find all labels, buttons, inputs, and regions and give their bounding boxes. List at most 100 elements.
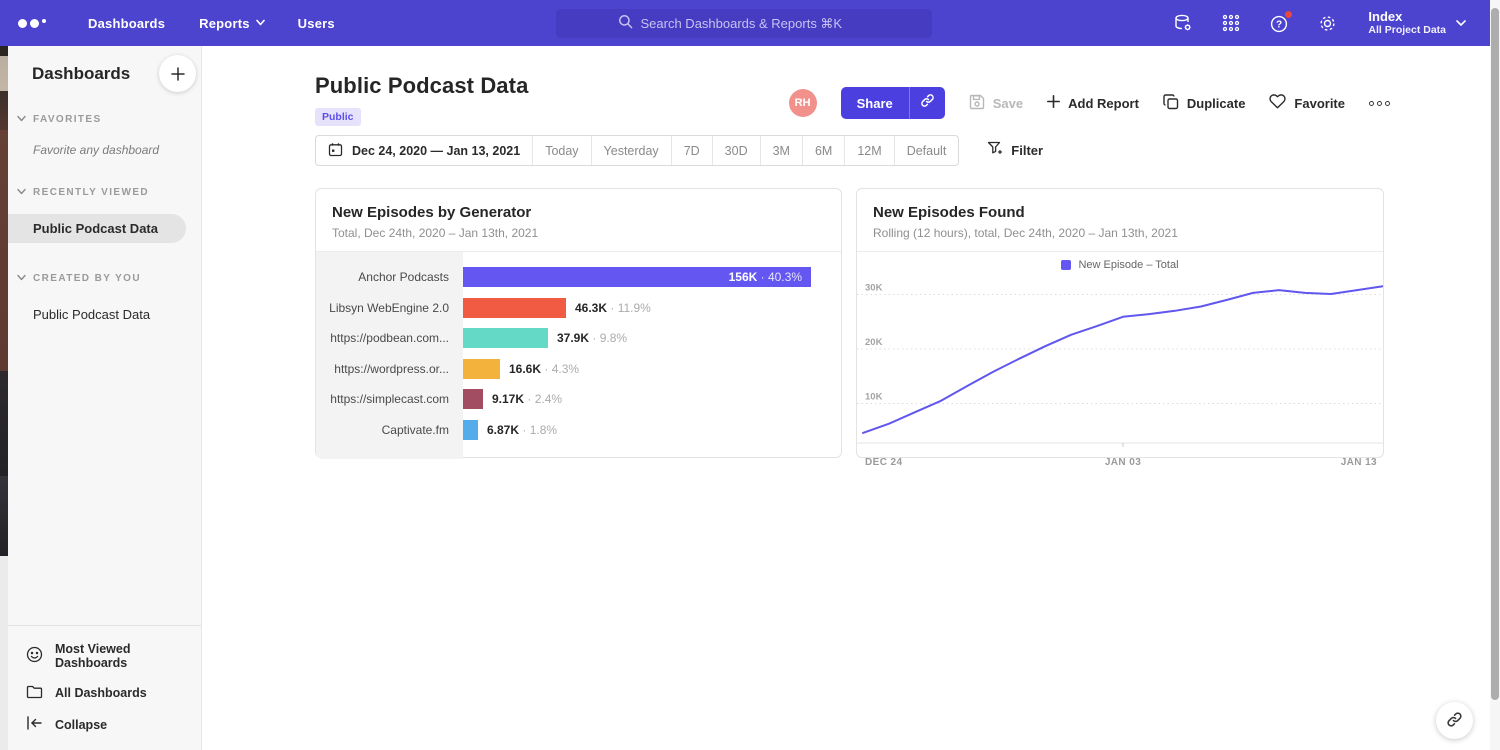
sidebar-item-public-podcast-data-created[interactable]: Public Podcast Data — [8, 300, 201, 329]
nav-dashboards[interactable]: Dashboards — [88, 16, 165, 31]
bar-chart-body: Anchor Podcasts156K · 40.3% Libsyn WebEng… — [316, 252, 841, 459]
duplicate-icon — [1163, 94, 1179, 113]
avatar[interactable]: RH — [789, 89, 817, 117]
bar-value-label: 156K · 40.3% — [729, 270, 811, 284]
line-chart-title: New Episodes Found — [873, 204, 1367, 221]
y-tick-label: 10K — [865, 392, 883, 403]
preset-12m[interactable]: 12M — [844, 136, 893, 165]
bar-chart-card: New Episodes by Generator Total, Dec 24t… — [315, 188, 842, 458]
bar[interactable] — [463, 359, 500, 379]
bar-value-label: 46.3K · 11.9% — [575, 301, 651, 315]
date-range-control: Dec 24, 2020 — Jan 13, 2021 Today Yester… — [315, 135, 959, 166]
x-tick-label: DEC 24 — [865, 457, 902, 468]
chevron-down-icon — [17, 187, 26, 198]
page-scrollbar-track[interactable] — [1490, 0, 1500, 750]
bar-row: Anchor Podcasts156K · 40.3% — [316, 262, 841, 293]
share-split-button: Share — [841, 87, 945, 119]
share-link-button[interactable] — [909, 87, 945, 119]
left-edge-artifact — [0, 46, 8, 750]
floating-link-button[interactable] — [1436, 702, 1473, 739]
line-series[interactable] — [863, 286, 1383, 433]
bar-value-label: 16.6K · 4.3% — [509, 362, 579, 376]
line-chart-subtitle: Rolling (12 hours), total, Dec 24th, 202… — [873, 226, 1367, 240]
collapse-icon — [26, 716, 43, 733]
preset-default[interactable]: Default — [894, 136, 959, 165]
project-subtitle: All Project Data — [1368, 24, 1446, 37]
sidebar-section-favorites[interactable]: FAVORITES — [8, 114, 201, 125]
add-report-button[interactable]: Add Report — [1047, 95, 1139, 111]
link-icon — [920, 93, 935, 113]
bar-track: 16.6K · 4.3% — [463, 354, 841, 385]
bar-category-label: https://simplecast.com — [316, 392, 463, 406]
data-sources-icon[interactable] — [1172, 12, 1194, 34]
chevron-down-icon — [17, 114, 26, 125]
nav-reports[interactable]: Reports — [199, 16, 264, 31]
project-switcher[interactable]: Index All Project Data — [1368, 9, 1464, 37]
folder-icon — [26, 684, 43, 702]
page-title: Public Podcast Data — [315, 73, 528, 99]
plus-icon — [1047, 95, 1060, 111]
date-toolbar: Dec 24, 2020 — Jan 13, 2021 Today Yester… — [315, 135, 1043, 166]
bar-track: 6.87K · 1.8% — [463, 415, 841, 446]
filter-funnel-icon — [987, 141, 1003, 160]
header-actions: RH Share Save Add Report Duplicate Favor… — [789, 87, 1390, 119]
bar-track: 37.9K · 9.8% — [463, 323, 841, 354]
line-chart-plot: 10K20K30K — [857, 278, 1383, 453]
preset-6m[interactable]: 6M — [802, 136, 844, 165]
link-icon — [1446, 711, 1463, 731]
sidebar-item-public-podcast-data[interactable]: Public Podcast Data — [8, 214, 186, 243]
settings-gear-icon[interactable] — [1316, 12, 1338, 34]
add-dashboard-button[interactable] — [159, 55, 196, 92]
smiley-icon — [26, 646, 43, 666]
main-content: Public Podcast Data Public RH Share Save… — [202, 46, 1490, 750]
favorite-button[interactable]: Favorite — [1269, 94, 1345, 112]
bar-track: 9.17K · 2.4% — [463, 384, 841, 415]
top-navbar: Dashboards Reports Users ? — [0, 0, 1490, 46]
bar-value-label: 6.87K · 1.8% — [487, 423, 557, 437]
preset-yesterday[interactable]: Yesterday — [591, 136, 671, 165]
global-search[interactable] — [556, 9, 932, 38]
notification-badge — [1284, 10, 1293, 19]
preset-3m[interactable]: 3M — [760, 136, 802, 165]
y-tick-label: 30K — [865, 283, 883, 294]
duplicate-button[interactable]: Duplicate — [1163, 94, 1246, 113]
chevron-down-icon — [256, 19, 264, 27]
filter-button[interactable]: Filter — [987, 141, 1043, 160]
save-button[interactable]: Save — [969, 94, 1023, 113]
bar[interactable] — [463, 298, 566, 318]
preset-30d[interactable]: 30D — [712, 136, 760, 165]
calendar-icon — [328, 142, 343, 160]
apps-grid-icon[interactable] — [1220, 12, 1242, 34]
sidebar-section-created-by-you[interactable]: CREATED BY YOU — [8, 273, 201, 284]
more-options-button[interactable] — [1369, 97, 1390, 110]
bar[interactable] — [463, 328, 548, 348]
bar[interactable] — [463, 420, 478, 440]
search-input[interactable] — [641, 16, 871, 31]
bar[interactable] — [463, 389, 483, 409]
nav-users[interactable]: Users — [298, 16, 335, 31]
bar[interactable]: 156K · 40.3% — [463, 267, 811, 287]
line-chart-x-labels: DEC 24JAN 03JAN 13 — [857, 455, 1383, 473]
line-chart-card: New Episodes Found Rolling (12 hours), t… — [856, 188, 1384, 458]
bar-value-label: 37.9K · 9.8% — [557, 331, 627, 345]
bar-value-label: 9.17K · 2.4% — [492, 392, 562, 406]
favorites-empty-note: Favorite any dashboard — [33, 143, 201, 157]
date-range-picker[interactable]: Dec 24, 2020 — Jan 13, 2021 — [316, 136, 532, 165]
line-chart-svg: 10K20K30K — [857, 278, 1383, 448]
bar-category-label: https://podbean.com... — [316, 331, 463, 345]
collapse-sidebar-button[interactable]: Collapse — [8, 709, 201, 740]
project-name: Index — [1368, 9, 1446, 24]
preset-today[interactable]: Today — [532, 136, 590, 165]
all-dashboards-link[interactable]: All Dashboards — [8, 677, 201, 709]
share-button[interactable]: Share — [841, 87, 909, 119]
preset-7d[interactable]: 7D — [671, 136, 712, 165]
most-viewed-dashboards-link[interactable]: Most Viewed Dashboards — [8, 635, 201, 677]
chevron-down-icon — [17, 273, 26, 284]
bar-category-label: Libsyn WebEngine 2.0 — [316, 301, 463, 315]
page-scrollbar-thumb[interactable] — [1491, 8, 1499, 700]
sidebar: Dashboards FAVORITES Favorite any dashbo… — [8, 46, 202, 750]
sidebar-section-recently-viewed[interactable]: RECENTLY VIEWED — [8, 187, 201, 198]
help-icon[interactable]: ? — [1268, 12, 1290, 34]
app-logo[interactable] — [18, 19, 46, 28]
bar-category-label: Captivate.fm — [316, 423, 463, 437]
